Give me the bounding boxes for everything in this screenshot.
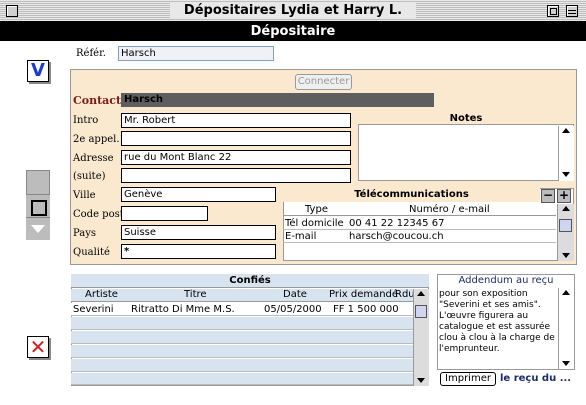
print-button[interactable]: Imprimer [440, 372, 496, 386]
address-field[interactable]: rue du Mont Blanc 22 [121, 150, 351, 165]
zoom-box-icon[interactable] [547, 5, 559, 17]
table-row[interactable]: E-mail harsch@coucou.ch [283, 231, 556, 243]
next-record-button[interactable] [26, 218, 50, 240]
column-header: Rdu [395, 289, 415, 300]
scroll-up-icon[interactable] [562, 290, 570, 295]
add-telecom-button[interactable]: + [557, 189, 571, 203]
page-title: Dépositaire [0, 22, 586, 41]
contact-name-field[interactable]: Harsch [121, 93, 434, 107]
scroll-thumb[interactable] [415, 305, 427, 318]
scroll-up-icon[interactable] [562, 206, 570, 211]
addendum-title: Addendum au reçu [458, 275, 554, 286]
ref-label: Référ. [76, 48, 106, 59]
delete-button[interactable]: ✕ [27, 336, 49, 358]
column-header: Artiste [85, 289, 118, 300]
ref-field[interactable]: Harsch [118, 46, 274, 61]
second-call-field[interactable] [121, 131, 351, 146]
window-title: Dépositaires Lydia et Harry L. (3/3) [170, 2, 416, 35]
confies-header: Artiste Titre Date Prix demandé Rdu [71, 289, 415, 302]
print-receipt-label: le reçu du ... [500, 373, 572, 384]
telecom-type: E-mail [285, 231, 317, 242]
collapse-box-icon[interactable] [566, 5, 578, 17]
remove-telecom-button[interactable]: − [541, 189, 555, 203]
scroll-thumb[interactable] [559, 219, 572, 232]
quality-field[interactable]: * [121, 244, 276, 259]
intro-label: Intro [73, 115, 99, 126]
country-label: Pays [73, 228, 97, 239]
scroll-up-icon[interactable] [562, 128, 570, 133]
address2-label: (suite) [73, 171, 106, 182]
intro-field[interactable]: Mr. Robert [121, 113, 351, 128]
confies-title: Confiés [71, 274, 429, 288]
column-header: Titre [184, 289, 207, 300]
table-row[interactable] [71, 331, 413, 344]
connect-button[interactable]: Connecter [295, 74, 352, 90]
column-header: Date [283, 289, 307, 300]
table-row[interactable] [71, 359, 413, 372]
second-call-label: 2e appel. [73, 134, 120, 145]
scroll-down-icon[interactable] [562, 253, 570, 258]
addendum-text[interactable]: pour son exposition "Severini et ses ami… [439, 289, 556, 369]
telecom-value: harsch@coucou.ch [349, 231, 444, 242]
address-label: Adresse [73, 153, 114, 164]
address2-field[interactable] [121, 168, 351, 183]
table-row[interactable] [71, 373, 413, 385]
telecom-value: 00 41 22 12345 67 [349, 218, 445, 229]
country-field[interactable]: Suisse [121, 225, 276, 240]
notes-title: Notes [358, 113, 574, 125]
scroll-down-icon[interactable] [562, 361, 570, 366]
notes-scrollbar[interactable] [558, 126, 574, 181]
telecom-header: Type Numéro / e-mail [283, 204, 556, 216]
postcode-field[interactable] [121, 206, 208, 221]
city-label: Ville [73, 190, 96, 201]
table-row[interactable]: Tél domicile 00 41 22 12345 67 [283, 218, 556, 230]
scroll-down-icon[interactable] [417, 378, 425, 383]
artist-cell: Severini [73, 304, 114, 315]
telecom-scrollbar[interactable] [557, 204, 574, 261]
quality-label: Qualité [73, 247, 110, 258]
column-header: Numéro / e-mail [409, 204, 490, 215]
confies-scrollbar[interactable] [413, 289, 429, 386]
column-header: Type [305, 204, 328, 215]
table-row[interactable] [71, 345, 413, 358]
table-row[interactable] [71, 317, 413, 330]
postcode-label: Code post. [73, 209, 127, 220]
scroll-down-icon[interactable] [562, 172, 570, 177]
date-cell: 05/05/2000 [264, 304, 322, 315]
validate-button[interactable]: V [27, 60, 49, 82]
scroll-up-icon[interactable] [417, 291, 425, 296]
table-row[interactable]: Severini Ritratto Di Mme M.S. 05/05/2000… [71, 303, 413, 316]
column-header: Prix demandé [329, 289, 399, 300]
contact-label: Contact [73, 94, 122, 107]
close-box-icon[interactable] [6, 5, 18, 17]
city-field[interactable]: Genève [121, 187, 276, 202]
title-cell: Ritratto Di Mme M.S. [131, 304, 235, 315]
telecom-type: Tél domicile [285, 218, 344, 229]
price-cell: FF 1 500 000 [333, 304, 399, 315]
addendum-scrollbar[interactable] [558, 288, 574, 369]
window-title-bar[interactable]: Dépositaires Lydia et Harry L. (3/3) [0, 0, 586, 35]
stop-button[interactable] [26, 194, 50, 218]
telecom-title: Télécommunications [283, 188, 540, 202]
